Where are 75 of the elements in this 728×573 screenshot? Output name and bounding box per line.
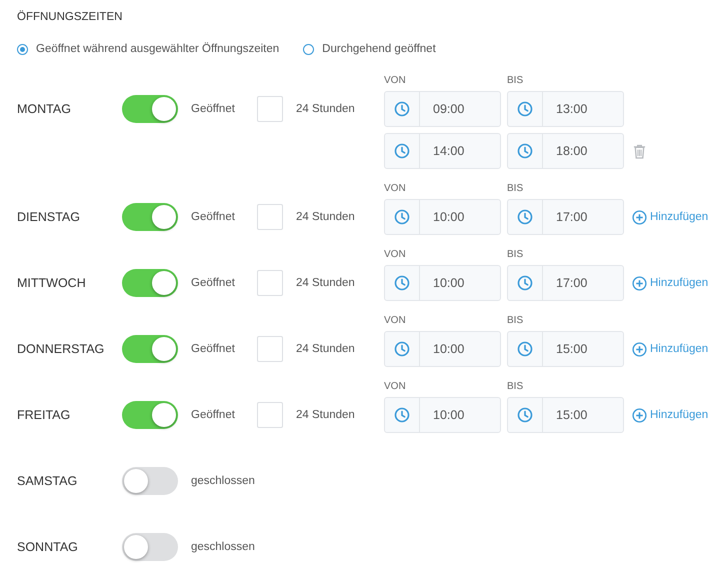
clock-icon bbox=[394, 209, 410, 225]
radio-button[interactable] bbox=[303, 44, 314, 54]
to-label: BIS bbox=[507, 315, 524, 326]
checkbox-label: 24 Stunden bbox=[296, 277, 356, 289]
checkbox[interactable] bbox=[257, 402, 283, 428]
from-label: VON bbox=[384, 183, 407, 194]
time-field[interactable]: 10:00 bbox=[384, 265, 501, 301]
clock-icon bbox=[517, 341, 533, 357]
radio-button[interactable] bbox=[17, 44, 28, 54]
time-field[interactable]: 10:00 bbox=[384, 397, 501, 433]
toggle-switch[interactable] bbox=[122, 203, 178, 231]
radio-label[interactable]: Geöffnet während ausgewählter Öffnungszeiten bbox=[36, 43, 280, 55]
time-field[interactable]: 13:00 bbox=[507, 91, 624, 127]
clock-icon bbox=[517, 101, 533, 117]
time-field[interactable]: 10:00 bbox=[384, 331, 501, 367]
checkbox-label: 24 Stunden bbox=[296, 103, 356, 115]
status-label: Geöffnet bbox=[191, 211, 236, 223]
toggle-switch[interactable] bbox=[122, 335, 178, 363]
checkbox-label: 24 Stunden bbox=[296, 409, 356, 421]
toggle-switch[interactable] bbox=[122, 401, 178, 429]
day-name: MITTWOCH bbox=[17, 276, 87, 290]
clock-icon bbox=[394, 101, 410, 117]
toggle-switch[interactable] bbox=[122, 95, 178, 123]
plus-circle-icon bbox=[632, 408, 647, 422]
time-field[interactable]: 17:00 bbox=[507, 199, 624, 235]
to-label: BIS bbox=[507, 75, 524, 86]
time-field[interactable]: 10:00 bbox=[384, 199, 501, 235]
time-field[interactable]: 15:00 bbox=[507, 397, 624, 433]
clock-icon bbox=[517, 143, 533, 159]
time-field[interactable]: 18:00 bbox=[507, 133, 624, 169]
time-field[interactable]: 17:00 bbox=[507, 265, 624, 301]
plus-circle-icon bbox=[632, 342, 647, 356]
day-name: SAMSTAG bbox=[17, 474, 78, 488]
clock-icon bbox=[517, 275, 533, 291]
trash-icon[interactable] bbox=[633, 144, 646, 158]
status-label: geschlossen bbox=[191, 475, 256, 487]
status-label: Geöffnet bbox=[191, 277, 236, 289]
day-name: DONNERSTAG bbox=[17, 342, 106, 356]
plus-circle-icon bbox=[632, 276, 647, 290]
toggle-switch[interactable] bbox=[122, 269, 178, 297]
checkbox-label: 24 Stunden bbox=[296, 211, 356, 223]
time-field[interactable]: 09:00 bbox=[384, 91, 501, 127]
checkbox-label: 24 Stunden bbox=[296, 343, 356, 355]
day-name: FREITAG bbox=[17, 408, 72, 422]
day-name: SONNTAG bbox=[17, 540, 79, 554]
time-field[interactable]: 15:00 bbox=[507, 331, 624, 367]
from-label: VON bbox=[384, 249, 407, 260]
status-label: geschlossen bbox=[191, 541, 256, 553]
clock-icon bbox=[394, 143, 410, 159]
checkbox[interactable] bbox=[257, 270, 283, 296]
day-name: DIENSTAG bbox=[17, 210, 81, 224]
toggle-switch[interactable] bbox=[122, 467, 178, 495]
clock-icon bbox=[517, 209, 533, 225]
plus-circle-icon bbox=[632, 210, 647, 224]
status-label: Geöffnet bbox=[191, 409, 236, 421]
time-field[interactable]: 14:00 bbox=[384, 133, 501, 169]
from-label: VON bbox=[384, 75, 407, 86]
clock-icon bbox=[394, 341, 410, 357]
clock-icon bbox=[517, 407, 533, 423]
checkbox[interactable] bbox=[257, 204, 283, 230]
status-label: Geöffnet bbox=[191, 103, 236, 115]
clock-icon bbox=[394, 275, 410, 291]
to-label: BIS bbox=[507, 249, 524, 260]
from-label: VON bbox=[384, 381, 407, 392]
to-label: BIS bbox=[507, 183, 524, 194]
checkbox[interactable] bbox=[257, 96, 283, 122]
day-name: MONTAG bbox=[17, 102, 72, 116]
toggle-switch[interactable] bbox=[122, 533, 178, 561]
from-label: VON bbox=[384, 315, 407, 326]
section-title: ÖFFNUNGSZEITEN bbox=[17, 11, 122, 23]
clock-icon bbox=[394, 407, 410, 423]
radio-label[interactable]: Durchgehend geöffnet bbox=[322, 43, 436, 55]
checkbox[interactable] bbox=[257, 336, 283, 362]
to-label: BIS bbox=[507, 381, 524, 392]
status-label: Geöffnet bbox=[191, 343, 236, 355]
